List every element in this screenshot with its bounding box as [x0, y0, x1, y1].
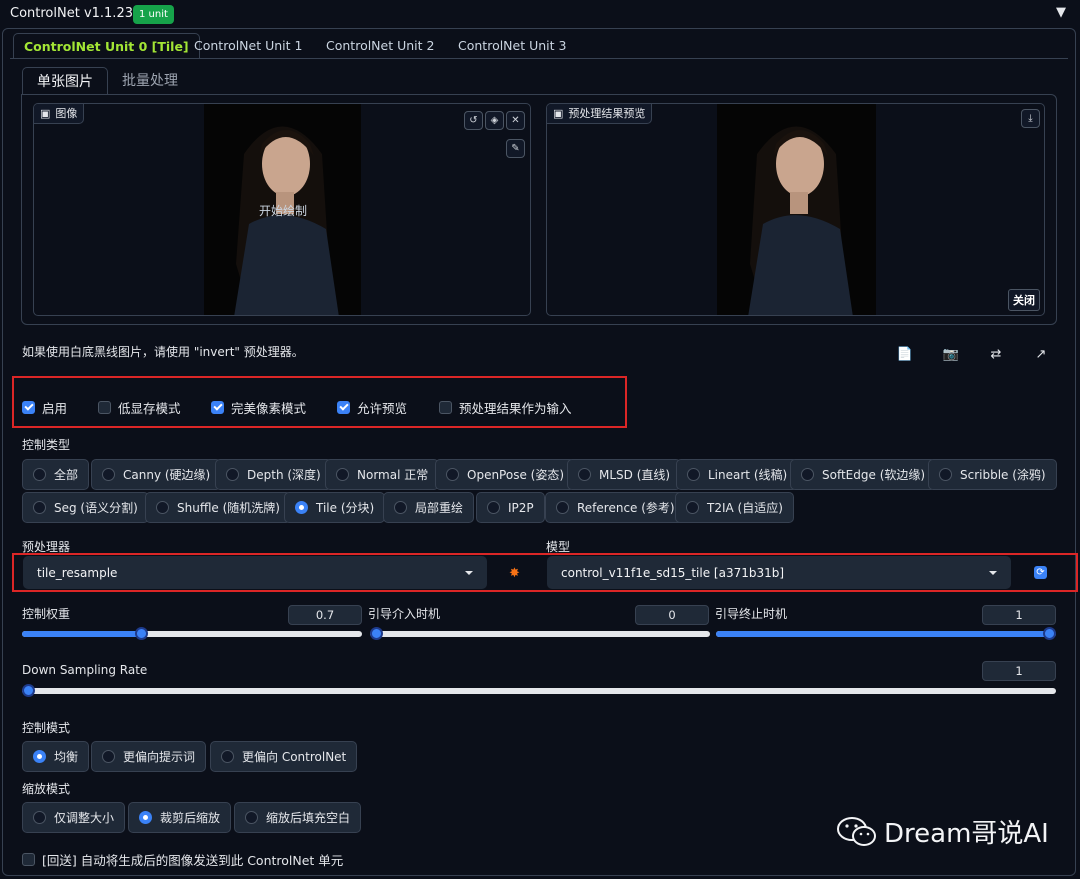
control-type-scribble[interactable]: Scribble (涂鸦): [928, 459, 1057, 490]
triangle-down-icon[interactable]: ▼: [1056, 5, 1066, 20]
allow-preview-checkbox[interactable]: 允许预览: [337, 398, 407, 417]
send-dimensions-icon[interactable]: ↗: [1032, 348, 1050, 362]
slider-thumb[interactable]: [22, 684, 35, 697]
control-type-ip2p[interactable]: IP2P: [476, 492, 545, 523]
resize-mode-fill[interactable]: 缩放后填充空白: [234, 802, 362, 833]
control-weight-input[interactable]: 0.7: [288, 605, 362, 625]
explosion-icon[interactable]: ✸: [509, 566, 520, 581]
tab-unit-2[interactable]: ControlNet Unit 2: [316, 33, 444, 59]
control-mode-prompt[interactable]: 更偏向提示词: [91, 741, 207, 772]
tab-divider: [10, 58, 1068, 59]
resize-mode-just-resize[interactable]: 仅调整大小: [22, 802, 126, 833]
loopback-checkbox[interactable]: [回送] 自动将生成后的图像发送到此 ControlNet 单元: [22, 850, 343, 869]
control-mode-controlnet[interactable]: 更偏向 ControlNet: [210, 741, 358, 772]
enable-checkbox[interactable]: 启用: [22, 398, 67, 417]
tab-batch[interactable]: 批量处理: [108, 67, 192, 95]
control-type-openpose[interactable]: OpenPose (姿态): [435, 459, 576, 490]
slider-track[interactable]: [22, 688, 1056, 694]
undo-icon[interactable]: ↺: [464, 111, 483, 130]
control-type-mlsd[interactable]: MLSD (直线): [567, 459, 682, 490]
close-preview-button[interactable]: 关闭: [1008, 289, 1040, 311]
preview-label: ▣ 预处理结果预览: [547, 104, 653, 124]
image-label: ▣ 图像: [34, 104, 85, 124]
downsampling-label: Down Sampling Rate: [22, 663, 148, 677]
control-mode-label: 控制模式: [22, 721, 71, 735]
slider-fill: [716, 631, 1056, 637]
slider-track[interactable]: [370, 631, 710, 637]
close-icon[interactable]: ✕: [506, 111, 525, 130]
chevron-down-icon: [989, 570, 997, 575]
control-type-normal[interactable]: Normal 正常: [325, 459, 440, 490]
downsampling-input[interactable]: 1: [982, 661, 1056, 681]
download-icon[interactable]: ⤓: [1021, 109, 1040, 128]
guidance-start-label: 引导介入时机: [368, 607, 441, 621]
checkbox-unchecked[interactable]: [98, 401, 111, 414]
control-type-lineart[interactable]: Lineart (线稿): [676, 459, 799, 490]
preprocessor-select[interactable]: tile_resample: [23, 556, 487, 589]
checkbox-unchecked[interactable]: [439, 401, 452, 414]
control-type-all[interactable]: 全部: [22, 459, 90, 490]
tab-single-image[interactable]: 单张图片: [22, 67, 108, 95]
control-type-tile[interactable]: Tile (分块): [284, 492, 386, 523]
control-type-seg[interactable]: Seg (语义分割): [22, 492, 149, 523]
draw-hint: 开始绘制: [258, 204, 307, 218]
guidance-end-label: 引导终止时机: [715, 607, 788, 621]
tab-unit-0[interactable]: ControlNet Unit 0 [Tile]: [13, 33, 200, 59]
pixel-perfect-checkbox[interactable]: 完美像素模式: [211, 398, 306, 417]
wechat-icon: [837, 816, 876, 846]
control-type-shuffle[interactable]: Shuffle (随机洗牌): [145, 492, 291, 523]
refresh-icon[interactable]: ⟳: [1034, 566, 1047, 579]
control-type-softedge[interactable]: SoftEdge (软边缘): [790, 459, 937, 490]
model-select[interactable]: control_v11f1e_sd15_tile [a371b31b]: [547, 556, 1011, 589]
image-upload-panel[interactable]: ▣ 图像 开始绘制 ↺ ◈ ✕ ✎: [33, 103, 531, 316]
control-type-inpaint[interactable]: 局部重绘: [383, 492, 475, 523]
image-icon: ▣: [553, 106, 564, 120]
control-type-depth[interactable]: Depth (深度): [215, 459, 332, 490]
control-type-canny[interactable]: Canny (硬边缘): [91, 459, 222, 490]
watermark: Dream哥说AI: [836, 813, 1049, 850]
slider-thumb[interactable]: [1043, 627, 1056, 640]
control-type-reference[interactable]: Reference (参考): [545, 492, 686, 523]
unit-count-badge: 1 unit: [133, 5, 174, 24]
preview-image: [717, 104, 876, 315]
app-title: ControlNet v1.1.238: [10, 6, 142, 21]
checkbox-checked[interactable]: [337, 401, 350, 414]
preprocessor-preview-panel: ▣ 预处理结果预览 ⤓ 关闭: [546, 103, 1045, 316]
new-canvas-icon[interactable]: 📄: [896, 348, 914, 362]
resize-mode-label: 缩放模式: [22, 782, 71, 796]
image-icon: ▣: [40, 106, 51, 120]
preprocessor-as-input-checkbox[interactable]: 预处理结果作为输入: [439, 398, 572, 417]
control-type-label: 控制类型: [22, 438, 71, 452]
control-type-t2ia[interactable]: T2IA (自适应): [675, 492, 794, 523]
control-mode-balanced[interactable]: 均衡: [22, 741, 90, 772]
swap-icon[interactable]: ⇄: [987, 348, 1005, 362]
camera-icon[interactable]: 📷: [942, 348, 960, 362]
control-weight-label: 控制权重: [22, 607, 71, 621]
checkbox-unchecked[interactable]: [22, 853, 35, 866]
tab-unit-1[interactable]: ControlNet Unit 1: [184, 33, 312, 59]
slider-thumb[interactable]: [370, 627, 383, 640]
eraser-icon[interactable]: ◈: [485, 111, 504, 130]
resize-mode-crop[interactable]: 裁剪后缩放: [128, 802, 232, 833]
chevron-down-icon: [465, 570, 473, 575]
invert-note: 如果使用白底黑线图片，请使用 "invert" 预处理器。: [22, 345, 304, 359]
slider-thumb[interactable]: [135, 627, 148, 640]
guidance-end-input[interactable]: 1: [982, 605, 1056, 625]
guidance-start-input[interactable]: 0: [635, 605, 709, 625]
slider-fill: [22, 631, 141, 637]
lowvram-checkbox[interactable]: 低显存模式: [98, 398, 181, 417]
checkbox-checked[interactable]: [22, 401, 35, 414]
brush-icon[interactable]: ✎: [506, 139, 525, 158]
tab-unit-3[interactable]: ControlNet Unit 3: [448, 33, 576, 59]
checkbox-checked[interactable]: [211, 401, 224, 414]
